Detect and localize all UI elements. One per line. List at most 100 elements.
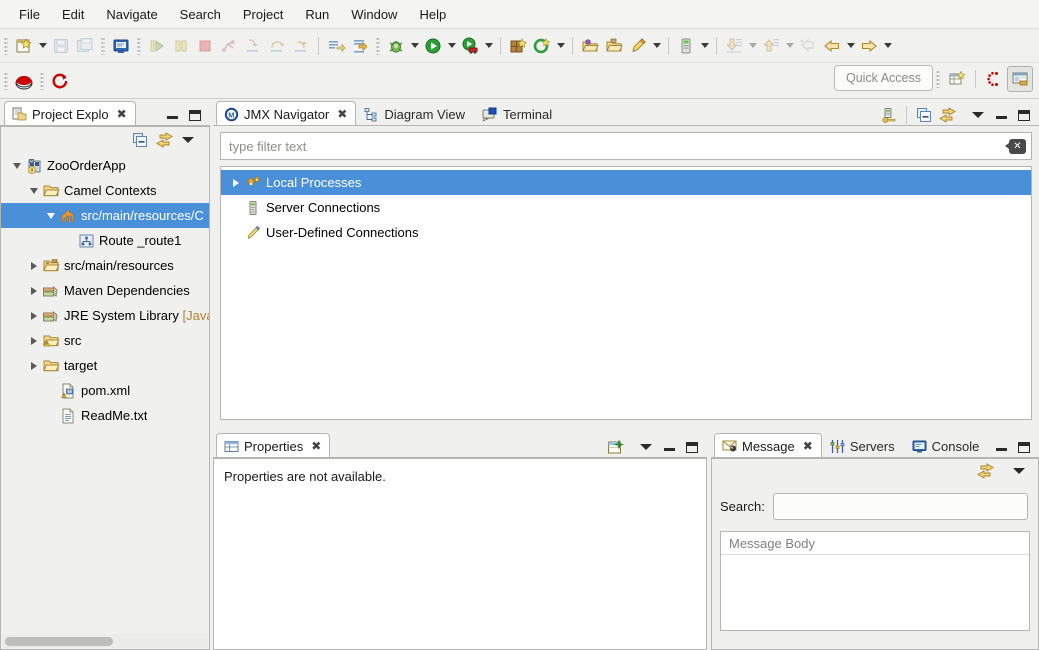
search-dropdown-arrow[interactable] — [650, 34, 663, 58]
twisty-icon[interactable] — [26, 283, 42, 299]
menu-item-navigate[interactable]: Navigate — [95, 4, 168, 25]
tab-servers[interactable]: Servers — [822, 433, 904, 458]
project-explorer-hscrollbar[interactable] — [2, 634, 208, 648]
view-menu-icon[interactable] — [967, 104, 989, 126]
skip-breakpoints-icon[interactable] — [348, 34, 372, 58]
minimize-icon[interactable] — [990, 104, 1012, 126]
view-menu-icon[interactable] — [177, 129, 199, 151]
tab-jmx-navigator[interactable]: M JMX Navigator ✖ — [216, 101, 356, 126]
twisty-icon[interactable] — [26, 308, 42, 324]
refresh-icon[interactable] — [48, 69, 72, 93]
tree-item-camel-context-file[interactable]: src/main/resources/C — [1, 203, 209, 228]
open-perspective-icon[interactable] — [944, 66, 970, 92]
maximize-icon[interactable] — [1013, 436, 1035, 458]
twisty-icon[interactable] — [26, 258, 42, 274]
collapse-all-icon[interactable] — [913, 104, 935, 126]
quick-access-field[interactable]: Quick Access — [834, 65, 933, 91]
fuse-integration-perspective-icon[interactable] — [1007, 66, 1033, 92]
run-icon[interactable] — [421, 34, 445, 58]
pin-editor-icon[interactable] — [604, 436, 626, 458]
camel-perspective-icon[interactable] — [981, 66, 1007, 92]
tree-item-zooorderapp[interactable]: M ZooOrderApp — [1, 153, 209, 178]
debug-icon[interactable] — [384, 34, 408, 58]
minimize-icon[interactable] — [990, 436, 1012, 458]
maximize-icon[interactable] — [681, 436, 703, 458]
close-icon[interactable]: ✖ — [803, 439, 813, 453]
step-return-icon[interactable] — [289, 34, 313, 58]
run-coverage-dropdown-arrow[interactable] — [482, 34, 495, 58]
maximize-icon[interactable] — [1013, 104, 1035, 126]
close-icon[interactable]: ✖ — [337, 107, 347, 121]
new-wizard-icon[interactable] — [12, 34, 36, 58]
jmx-tree-item-local-processes[interactable]: Local Processes — [221, 170, 1031, 195]
open-type-icon[interactable] — [578, 34, 602, 58]
perspective-grip[interactable] — [936, 70, 940, 88]
tab-console[interactable]: Console — [904, 433, 989, 458]
save-icon[interactable] — [49, 34, 73, 58]
link-with-editor-icon[interactable] — [153, 129, 175, 151]
tree-item-src[interactable]: src — [1, 328, 209, 353]
back-icon[interactable] — [820, 34, 844, 58]
search-icon[interactable] — [626, 34, 650, 58]
tree-item-jre-system-library[interactable]: JRE System Library [Java — [1, 303, 209, 328]
print-icon[interactable] — [109, 34, 133, 58]
back-annotation-icon[interactable] — [796, 34, 820, 58]
tree-item-src-main-resources[interactable]: src/main/resources — [1, 253, 209, 278]
tree-item-route[interactable]: Route _route1 — [1, 228, 209, 253]
forward-dropdown-arrow[interactable] — [881, 34, 894, 58]
tab-diagram-view[interactable]: Diagram View — [356, 101, 474, 126]
resume-icon[interactable] — [145, 34, 169, 58]
new-camel-icon[interactable] — [530, 34, 554, 58]
jmx-tree-item-server-connections[interactable]: Server Connections — [221, 195, 1031, 220]
minimize-icon[interactable] — [161, 104, 183, 126]
new-camel-dropdown-arrow[interactable] — [554, 34, 567, 58]
open-resource-icon[interactable] — [602, 34, 626, 58]
tree-item-camel-contexts[interactable]: Camel Contexts — [1, 178, 209, 203]
server-dropdown-arrow[interactable] — [698, 34, 711, 58]
tree-item-target[interactable]: target — [1, 353, 209, 378]
scrollbar-thumb[interactable] — [5, 637, 113, 646]
menu-item-project[interactable]: Project — [232, 4, 294, 25]
suspend-icon[interactable] — [169, 34, 193, 58]
menu-item-help[interactable]: Help — [408, 4, 457, 25]
toolbar-grip[interactable] — [4, 37, 8, 55]
clear-filter-icon[interactable]: ✕ — [1009, 139, 1026, 154]
tree-item-readme-txt[interactable]: ReadMe.txt — [1, 403, 209, 428]
link-with-editor-icon[interactable] — [936, 104, 958, 126]
view-menu-icon[interactable] — [1008, 460, 1030, 482]
run-dropdown-arrow[interactable] — [445, 34, 458, 58]
step-into-icon[interactable] — [241, 34, 265, 58]
toolbar-grip-6[interactable] — [40, 72, 44, 90]
link-with-editor-icon[interactable] — [974, 460, 996, 482]
tree-item-pom-xml[interactable]: M pom.xml — [1, 378, 209, 403]
save-all-icon[interactable] — [73, 34, 97, 58]
twisty-icon[interactable] — [26, 358, 42, 374]
connect-icon[interactable] — [878, 104, 900, 126]
tab-project-explorer[interactable]: Project Explo ✖ — [4, 101, 136, 126]
jmx-tree-item-user-defined-connections[interactable]: User-Defined Connections — [221, 220, 1031, 245]
download-icon[interactable] — [722, 34, 746, 58]
toolbar-grip-5[interactable] — [4, 72, 8, 90]
menu-item-file[interactable]: File — [8, 4, 51, 25]
collapse-all-icon[interactable] — [129, 129, 151, 151]
tab-message[interactable]: Message ✖ — [714, 433, 822, 458]
terminate-icon[interactable] — [193, 34, 217, 58]
server-icon[interactable] — [674, 34, 698, 58]
toolbar-grip-4[interactable] — [376, 37, 380, 55]
menu-item-search[interactable]: Search — [169, 4, 232, 25]
maximize-icon[interactable] — [184, 104, 206, 126]
debug-dropdown-arrow[interactable] — [408, 34, 421, 58]
redhat-logo-icon[interactable] — [12, 69, 36, 93]
back-dropdown-arrow[interactable] — [844, 34, 857, 58]
close-icon[interactable]: ✖ — [117, 107, 127, 121]
toolbar-grip-3[interactable] — [137, 37, 141, 55]
upload-dropdown-arrow[interactable] — [783, 34, 796, 58]
run-coverage-icon[interactable] — [458, 34, 482, 58]
toolbar-grip-2[interactable] — [101, 37, 105, 55]
filter-input[interactable] — [221, 139, 1009, 154]
menu-item-run[interactable]: Run — [294, 4, 340, 25]
twisty-icon[interactable] — [228, 175, 244, 191]
tree-item-maven-dependencies[interactable]: Maven Dependencies — [1, 278, 209, 303]
close-icon[interactable]: ✖ — [311, 439, 321, 453]
twisty-icon[interactable] — [43, 208, 59, 224]
